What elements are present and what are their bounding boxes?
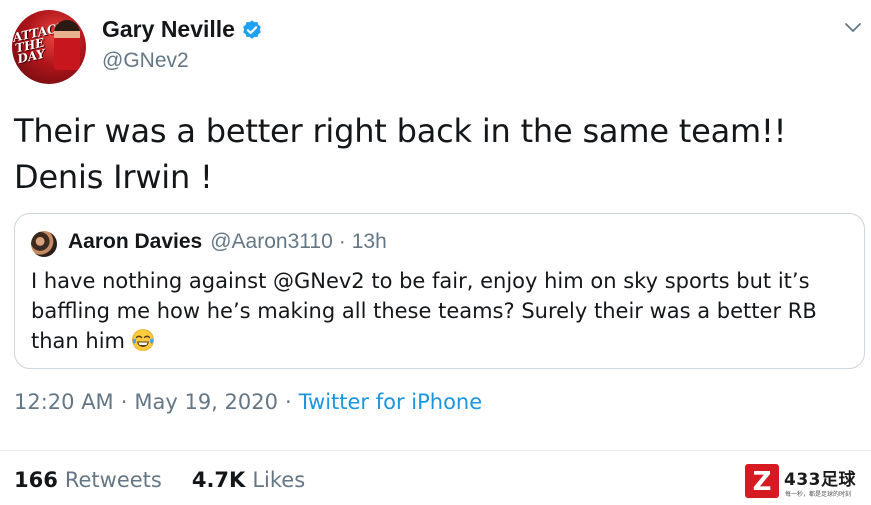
likes-count: 4.7K (191, 468, 246, 492)
tweet-text-line: Their was a better right back in the sam… (14, 112, 787, 150)
tweet-text: Their was a better right back in the sam… (14, 108, 854, 200)
author-name-row: Gary Neville (102, 16, 263, 43)
tweet-meta: 12:20 AM · May 19, 2020 · Twitter for iP… (14, 390, 482, 414)
divider (0, 450, 871, 451)
quoted-author-name: Aaron Davies (68, 230, 203, 253)
profile-avatar[interactable]: ATTACK THE DAY (12, 10, 86, 84)
retweets-count: 166 (14, 468, 58, 492)
author-handle[interactable]: @GNev2 (102, 49, 189, 73)
quoted-author-handle: @Aaron3110 (210, 230, 333, 253)
likes-label: Likes (252, 468, 306, 492)
separator-dot: · (284, 390, 292, 414)
likes-stat[interactable]: 4.7K Likes (192, 468, 305, 492)
watermark-logo-icon: Z (745, 464, 779, 498)
separator-dot: · (120, 390, 128, 414)
tweet-text-line: Denis Irwin ! (14, 158, 213, 196)
watermark-logo-letter: Z (753, 467, 772, 497)
retweets-stat[interactable]: 166 Retweets (14, 468, 162, 492)
separator-dot: · (338, 230, 346, 253)
avatar-figure (54, 20, 80, 70)
chevron-down-icon[interactable] (843, 20, 863, 36)
verified-badge-icon (243, 19, 261, 39)
tweet-date[interactable]: May 19, 2020 (134, 390, 278, 414)
tweet-time[interactable]: 12:20 AM (14, 390, 114, 414)
quoted-author-avatar (31, 231, 57, 257)
quoted-tweet-time: 13h (351, 230, 387, 253)
watermark-text: 433足球 (784, 470, 856, 490)
quoted-tweet-text-block: I have nothing against @GNev2 to be fair… (31, 266, 851, 356)
quoted-tweet-card[interactable]: Aaron Davies @Aaron3110 · 13h I have not… (14, 213, 865, 369)
tweet-source-link[interactable]: Twitter for iPhone (299, 390, 483, 414)
watermark-subtext: 每一秒，都是足球的时刻 (785, 491, 852, 498)
site-watermark: Z 433足球 每一秒，都是足球的时刻 (744, 463, 866, 501)
retweets-label: Retweets (64, 468, 162, 492)
author-display-name[interactable]: Gary Neville (102, 16, 235, 43)
face-with-tears-of-joy-icon (132, 329, 154, 351)
quoted-tweet-header: Aaron Davies @Aaron3110 · 13h (68, 230, 387, 254)
tweet-stats: 166 Retweets 4.7K Likes (14, 468, 305, 492)
